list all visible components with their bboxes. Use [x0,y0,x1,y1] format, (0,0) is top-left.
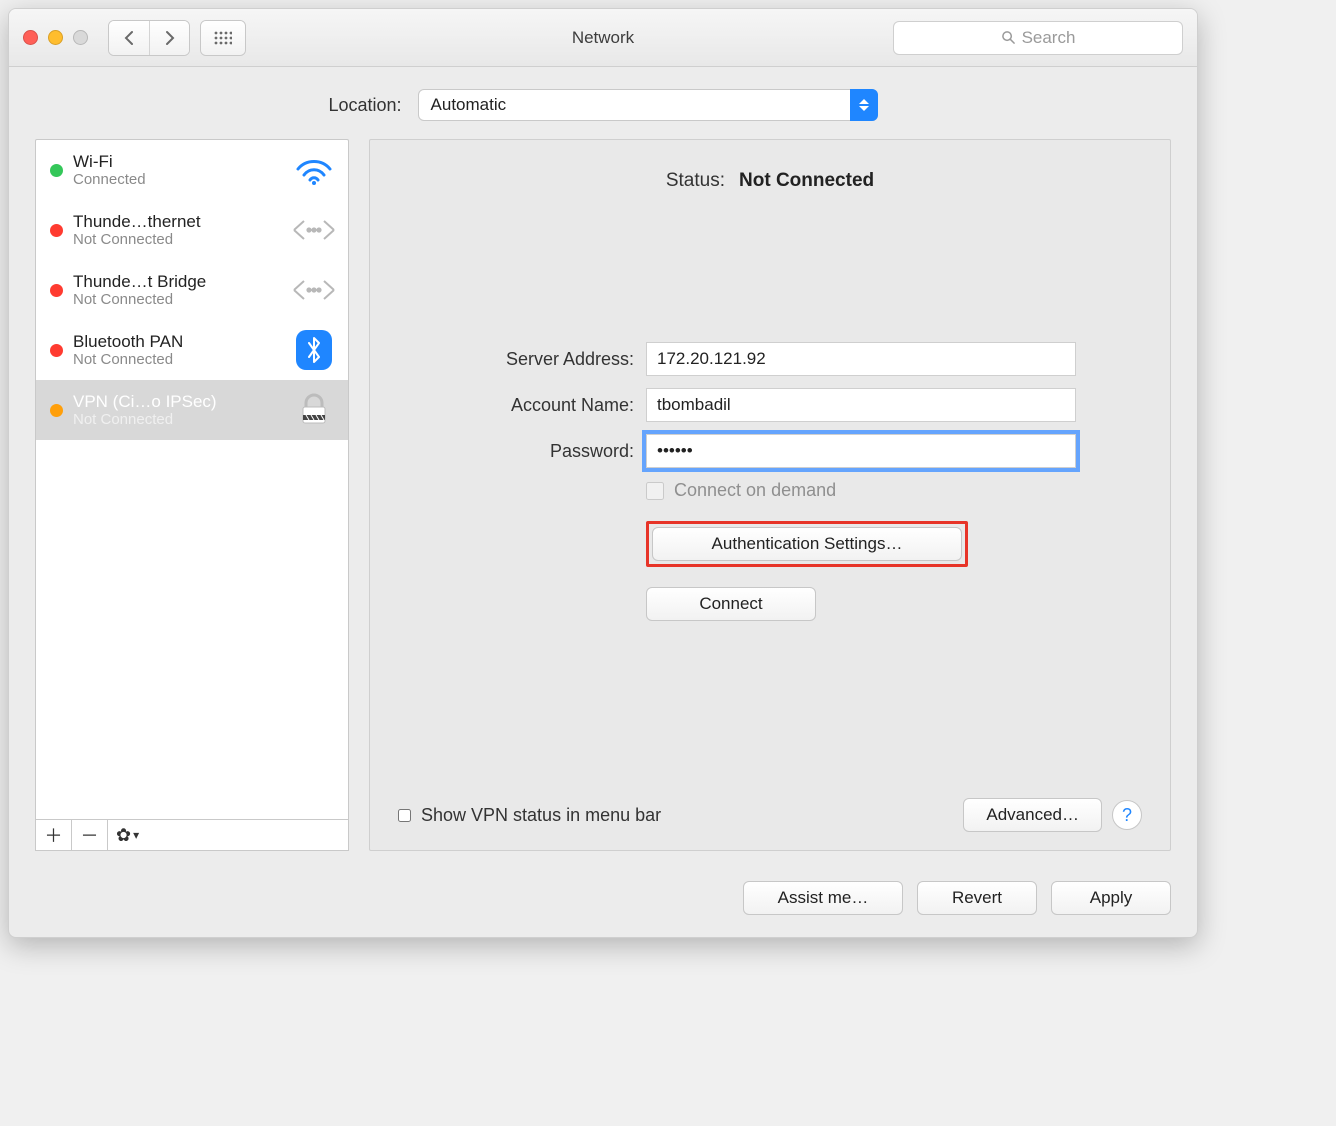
detail-bottom-row: Show VPN status in menu bar Advanced… ? [398,798,1142,832]
service-status: Not Connected [73,291,282,308]
sidebar-toolbar: ＋ － ✿▾ [35,819,349,851]
status-dot-icon [50,344,63,357]
gear-icon: ✿ [116,825,131,846]
titlebar: Network Search [9,9,1197,67]
sidebar-item-thunderbolt-ethernet[interactable]: Thunde…thernet Not Connected [36,200,348,260]
search-placeholder: Search [1022,28,1076,48]
status-row: Status: Not Connected [398,170,1142,192]
connect-on-demand-checkbox [646,482,664,500]
location-row: Location: Automatic [9,67,1197,135]
add-service-button[interactable]: ＋ [36,820,72,850]
minimize-window-button[interactable] [48,30,63,45]
sidebar-item-vpn[interactable]: VPN (Ci…o IPSec) Not Connected [36,380,348,440]
chevron-right-icon [164,30,176,46]
password-input[interactable] [646,434,1076,468]
location-value: Automatic [431,95,507,115]
service-actions-button[interactable]: ✿▾ [108,820,348,850]
show-vpn-status-label: Show VPN status in menu bar [421,805,661,826]
advanced-button[interactable]: Advanced… [963,798,1102,832]
dropdown-caret-icon [850,89,878,121]
service-name: VPN (Ci…o IPSec) [73,392,282,412]
connect-button[interactable]: Connect [646,587,816,621]
remove-service-button[interactable]: － [72,820,108,850]
status-dot-icon [50,284,63,297]
location-label: Location: [328,95,401,116]
service-status: Not Connected [73,411,282,428]
help-button[interactable]: ? [1112,800,1142,830]
service-status: Not Connected [73,351,282,368]
show-vpn-status-checkbox[interactable] [398,809,411,822]
service-name: Thunde…t Bridge [73,272,282,292]
status-dot-icon [50,164,63,177]
bluetooth-icon [292,330,336,370]
service-name: Thunde…thernet [73,212,282,232]
back-button[interactable] [109,21,149,55]
connect-on-demand-label: Connect on demand [674,480,836,501]
password-label: Password: [398,441,634,462]
vpn-form: Server Address: Account Name: Password: … [398,342,1142,621]
status-value: Not Connected [739,170,874,192]
location-select[interactable]: Automatic [418,89,878,121]
apply-button[interactable]: Apply [1051,881,1171,915]
account-name-input[interactable] [646,388,1076,422]
authentication-settings-button[interactable]: Authentication Settings… [652,527,962,561]
nav-buttons [108,20,190,56]
grid-icon [214,31,232,45]
footer: Assist me… Revert Apply [9,865,1197,937]
chevron-down-icon: ▾ [133,828,139,842]
ethernet-icon [292,210,336,250]
forward-button[interactable] [149,21,189,55]
window-controls [23,30,88,45]
sidebar-item-thunderbolt-bridge[interactable]: Thunde…t Bridge Not Connected [36,260,348,320]
service-name: Bluetooth PAN [73,332,282,352]
body: Wi-Fi Connected Thunde…thernet Not Conne… [9,135,1197,865]
chevron-left-icon [123,30,135,46]
network-preferences-window: Network Search Location: Automatic Wi-Fi… [8,8,1198,938]
account-name-label: Account Name: [398,395,634,416]
service-status: Connected [73,171,282,188]
service-status: Not Connected [73,231,282,248]
zoom-window-button [73,30,88,45]
search-field[interactable]: Search [893,21,1183,55]
server-address-input[interactable] [646,342,1076,376]
sidebar-item-wifi[interactable]: Wi-Fi Connected [36,140,348,200]
status-dot-icon [50,224,63,237]
search-icon [1001,30,1016,45]
status-dot-icon [50,404,63,417]
highlight-annotation: Authentication Settings… [646,521,968,567]
vpn-lock-icon [292,390,336,430]
services-sidebar: Wi-Fi Connected Thunde…thernet Not Conne… [35,139,349,851]
revert-button[interactable]: Revert [917,881,1037,915]
ethernet-icon [292,270,336,310]
status-label: Status: [666,170,725,192]
show-all-button[interactable] [200,20,246,56]
detail-panel: Status: Not Connected Server Address: Ac… [369,139,1171,851]
close-window-button[interactable] [23,30,38,45]
sidebar-item-bluetooth-pan[interactable]: Bluetooth PAN Not Connected [36,320,348,380]
assist-me-button[interactable]: Assist me… [743,881,903,915]
services-list[interactable]: Wi-Fi Connected Thunde…thernet Not Conne… [35,139,349,819]
wifi-icon [292,150,336,190]
service-name: Wi-Fi [73,152,282,172]
server-address-label: Server Address: [398,349,634,370]
